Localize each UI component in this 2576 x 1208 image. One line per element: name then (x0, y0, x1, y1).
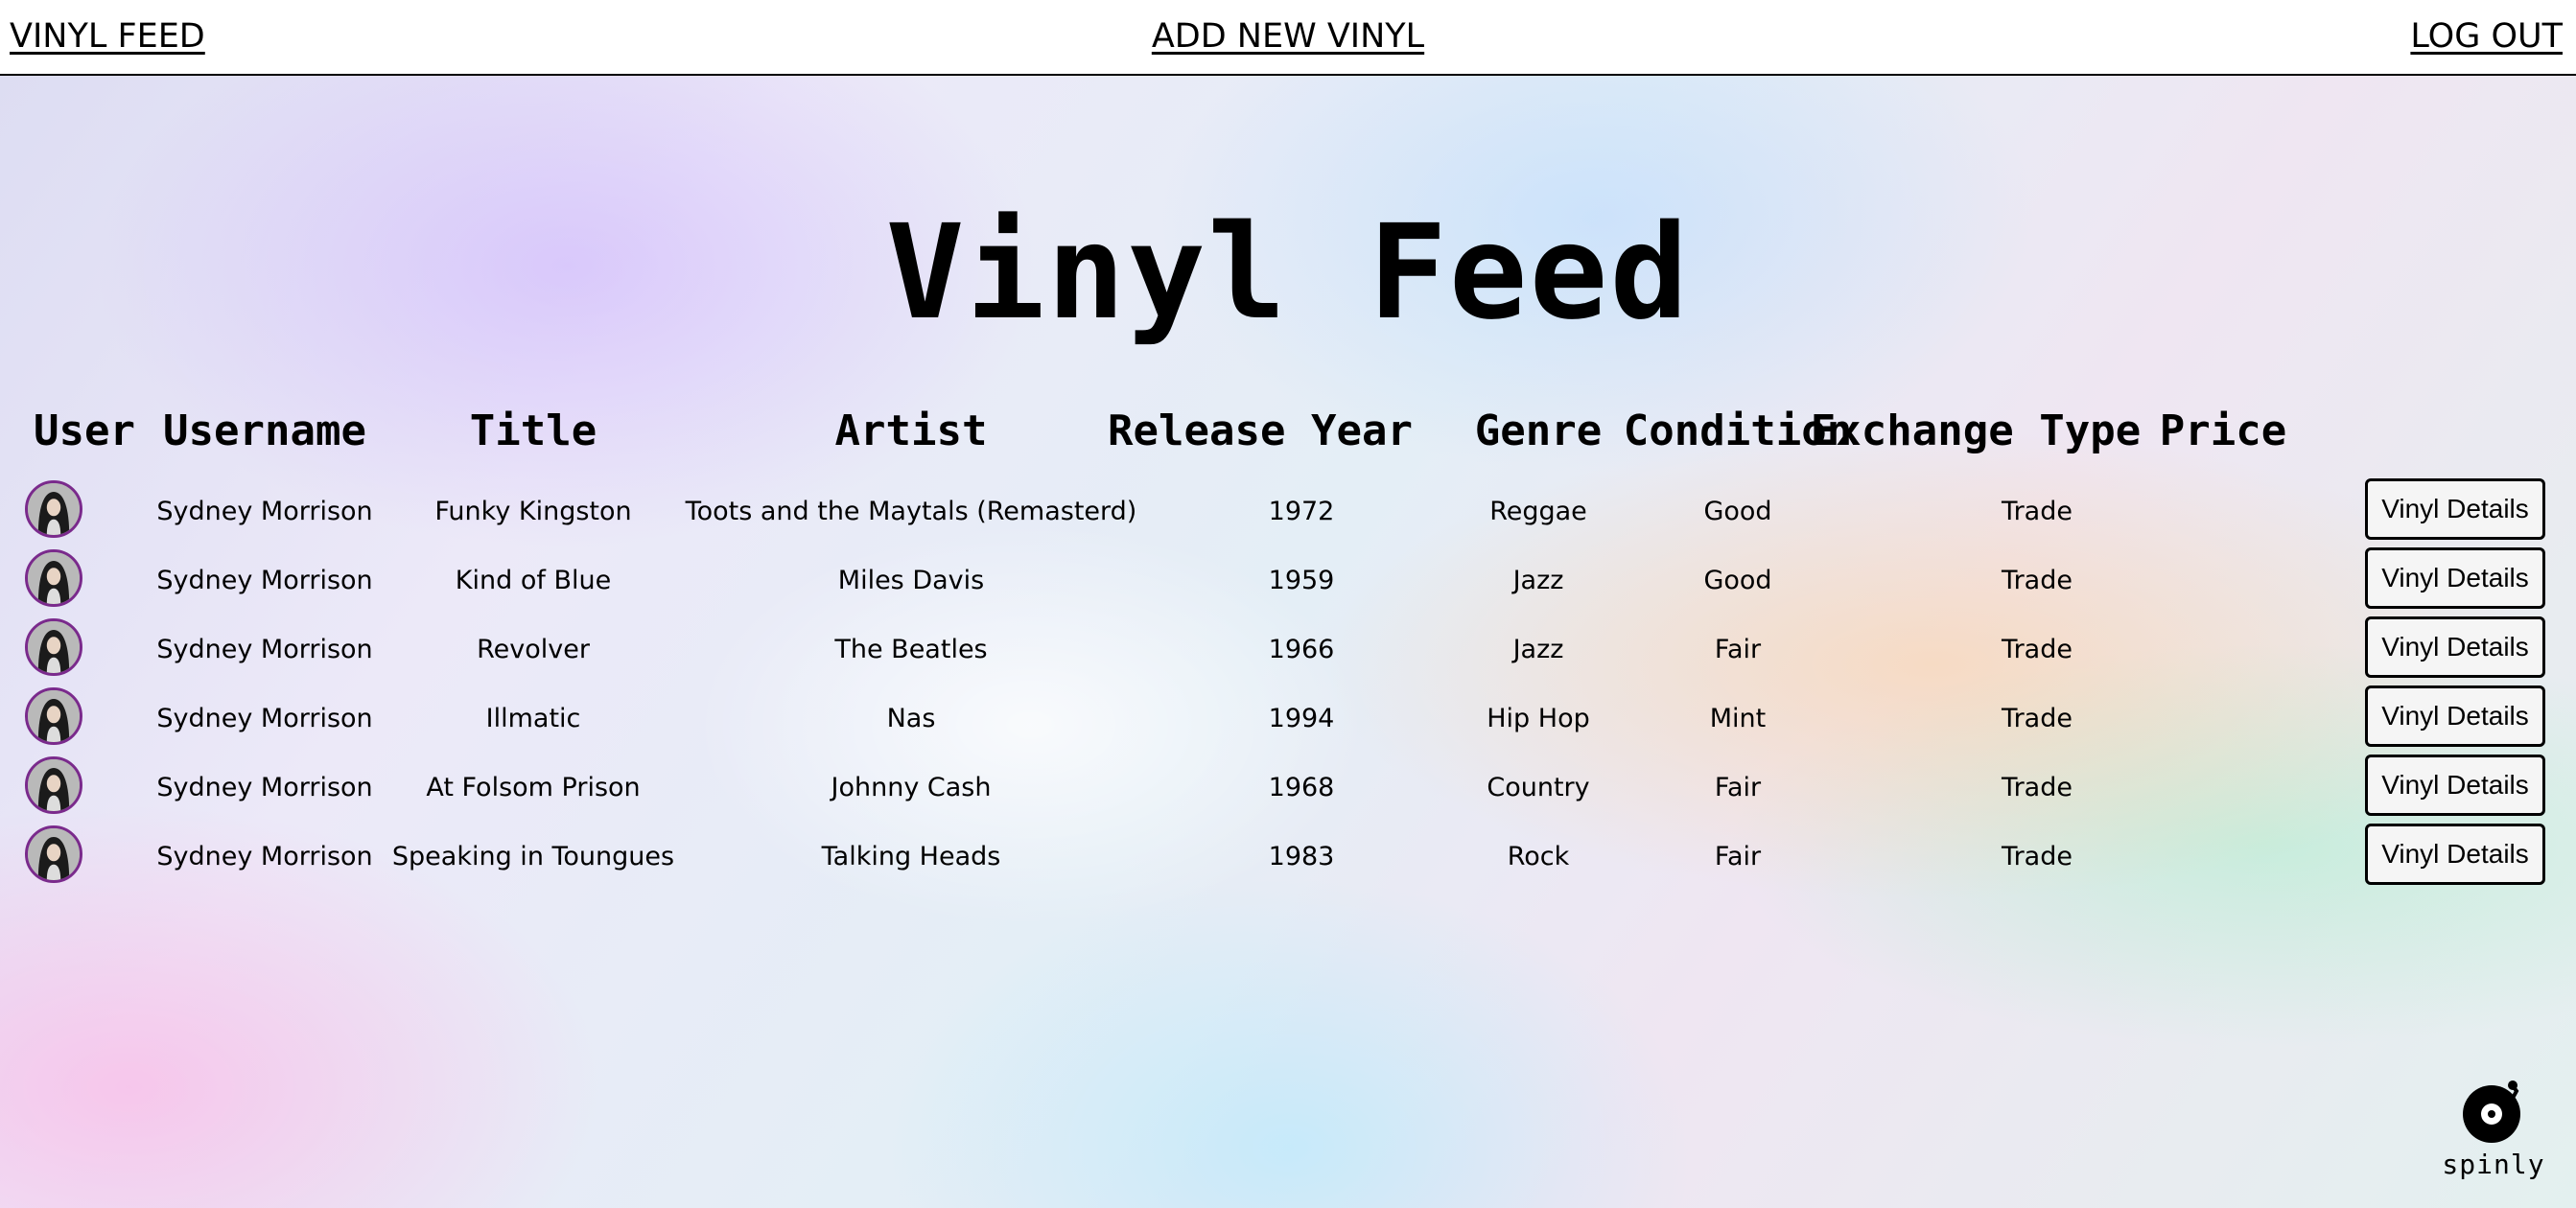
cell-title: At Folsom Prison (426, 773, 641, 802)
cell-condition: Good (1703, 497, 1772, 526)
cell-genre: Jazz (1512, 635, 1564, 664)
cell-artist: Johnny Cash (831, 773, 992, 802)
column-header-title: Title (469, 407, 597, 455)
table-row: Sydney Morrison Kind of Blue Miles Davis 19… (23, 546, 2555, 616)
cell-username: Sydney Morrison (156, 566, 373, 595)
cell-release-year: 1968 (1268, 773, 1335, 802)
add-new-vinyl-link[interactable]: ADD NEW VINYL (1152, 13, 1424, 59)
avatar[interactable] (25, 756, 82, 814)
cell-artist: Talking Heads (821, 842, 1001, 871)
cell-condition: Mint (1709, 704, 1767, 733)
cell-condition: Fair (1714, 773, 1762, 802)
top-nav: VINYL FEED ADD NEW VINYL LOG OUT (0, 0, 2576, 76)
column-header-genre: Genre (1474, 407, 1603, 455)
cell-artist: Miles Davis (837, 566, 985, 595)
cell-condition: Good (1703, 566, 1772, 595)
column-header-price: Price (2159, 407, 2287, 455)
avatar[interactable] (25, 825, 82, 883)
cell-exchange-type: Trade (2002, 497, 2073, 526)
logo-text: spinly (2442, 1149, 2545, 1180)
cell-genre: Hip Hop (1487, 704, 1590, 733)
cell-exchange-type: Trade (2002, 842, 2073, 871)
table-header-row: User Username Title Artist Release Year … (23, 397, 2555, 466)
spinly-logo: spinly (2436, 1074, 2551, 1189)
column-header-artist: Artist (834, 407, 988, 455)
avatar[interactable] (25, 618, 82, 676)
vinyl-details-button[interactable]: Vinyl Details (2365, 478, 2545, 540)
cell-exchange-type: Trade (2002, 704, 2073, 733)
cell-condition: Fair (1714, 635, 1762, 664)
cell-genre: Reggae (1489, 497, 1587, 526)
table-row: Sydney Morrison Revolver The Beatles 1966 Ja… (23, 616, 2555, 685)
vinyl-feed-link[interactable]: VINYL FEED (10, 13, 205, 59)
cell-artist: The Beatles (834, 635, 988, 664)
vinyl-feed-table: User Username Title Artist Release Year … (23, 397, 2555, 895)
cell-genre: Country (1487, 773, 1590, 802)
cell-exchange-type: Trade (2002, 635, 2073, 664)
avatar[interactable] (25, 687, 82, 745)
vinyl-details-button[interactable]: Vinyl Details (2365, 755, 2545, 816)
cell-artist: Nas (886, 704, 936, 733)
vinyl-details-button[interactable]: Vinyl Details (2365, 685, 2545, 747)
cell-username: Sydney Morrison (156, 842, 373, 871)
avatar[interactable] (25, 480, 82, 538)
column-header-user: User (34, 407, 135, 455)
table-row: Sydney Morrison Funky Kingston Toots and t… (23, 477, 2555, 546)
table-row: Sydney Morrison Illmatic Nas 1994 Hip Hop Min… (23, 685, 2555, 754)
cell-username: Sydney Morrison (156, 773, 373, 802)
cell-exchange-type: Trade (2002, 773, 2073, 802)
vinyl-details-button[interactable]: Vinyl Details (2365, 824, 2545, 885)
cell-genre: Jazz (1512, 566, 1564, 595)
cell-release-year: 1959 (1268, 566, 1335, 595)
cell-genre: Rock (1507, 842, 1570, 871)
cell-title: Revolver (477, 635, 590, 664)
table-row: Sydney Morrison At Folsom Prison Johnny Ca… (23, 754, 2555, 823)
cell-release-year: 1983 (1268, 842, 1335, 871)
cell-title: Illmatic (485, 704, 581, 733)
table-row: Sydney Morrison Speaking in Toungues Talki… (23, 823, 2555, 892)
cell-title: Kind of Blue (455, 566, 612, 595)
cell-title: Funky Kingston (434, 497, 632, 526)
cell-title: Speaking in Toungues (391, 842, 675, 871)
avatar[interactable] (25, 549, 82, 607)
vinyl-details-button[interactable]: Vinyl Details (2365, 616, 2545, 678)
cell-username: Sydney Morrison (156, 497, 373, 526)
cell-release-year: 1994 (1268, 704, 1335, 733)
log-out-link[interactable]: LOG OUT (2410, 13, 2563, 59)
page-title: Vinyl Feed (885, 197, 1691, 349)
cell-condition: Fair (1714, 842, 1762, 871)
vinyl-record-icon (2463, 1080, 2520, 1143)
cell-exchange-type: Trade (2002, 566, 2073, 595)
cell-release-year: 1972 (1268, 497, 1335, 526)
column-header-release-year: Release Year (1108, 407, 1413, 455)
cell-username: Sydney Morrison (156, 635, 373, 664)
cell-release-year: 1966 (1268, 635, 1335, 664)
vinyl-details-button[interactable]: Vinyl Details (2365, 547, 2545, 609)
cell-artist: Toots and the Maytals (Remasterd) (685, 497, 1137, 526)
cell-username: Sydney Morrison (156, 704, 373, 733)
column-header-exchange-type: Exchange Type (1810, 407, 2142, 455)
column-header-username: Username (163, 407, 366, 455)
